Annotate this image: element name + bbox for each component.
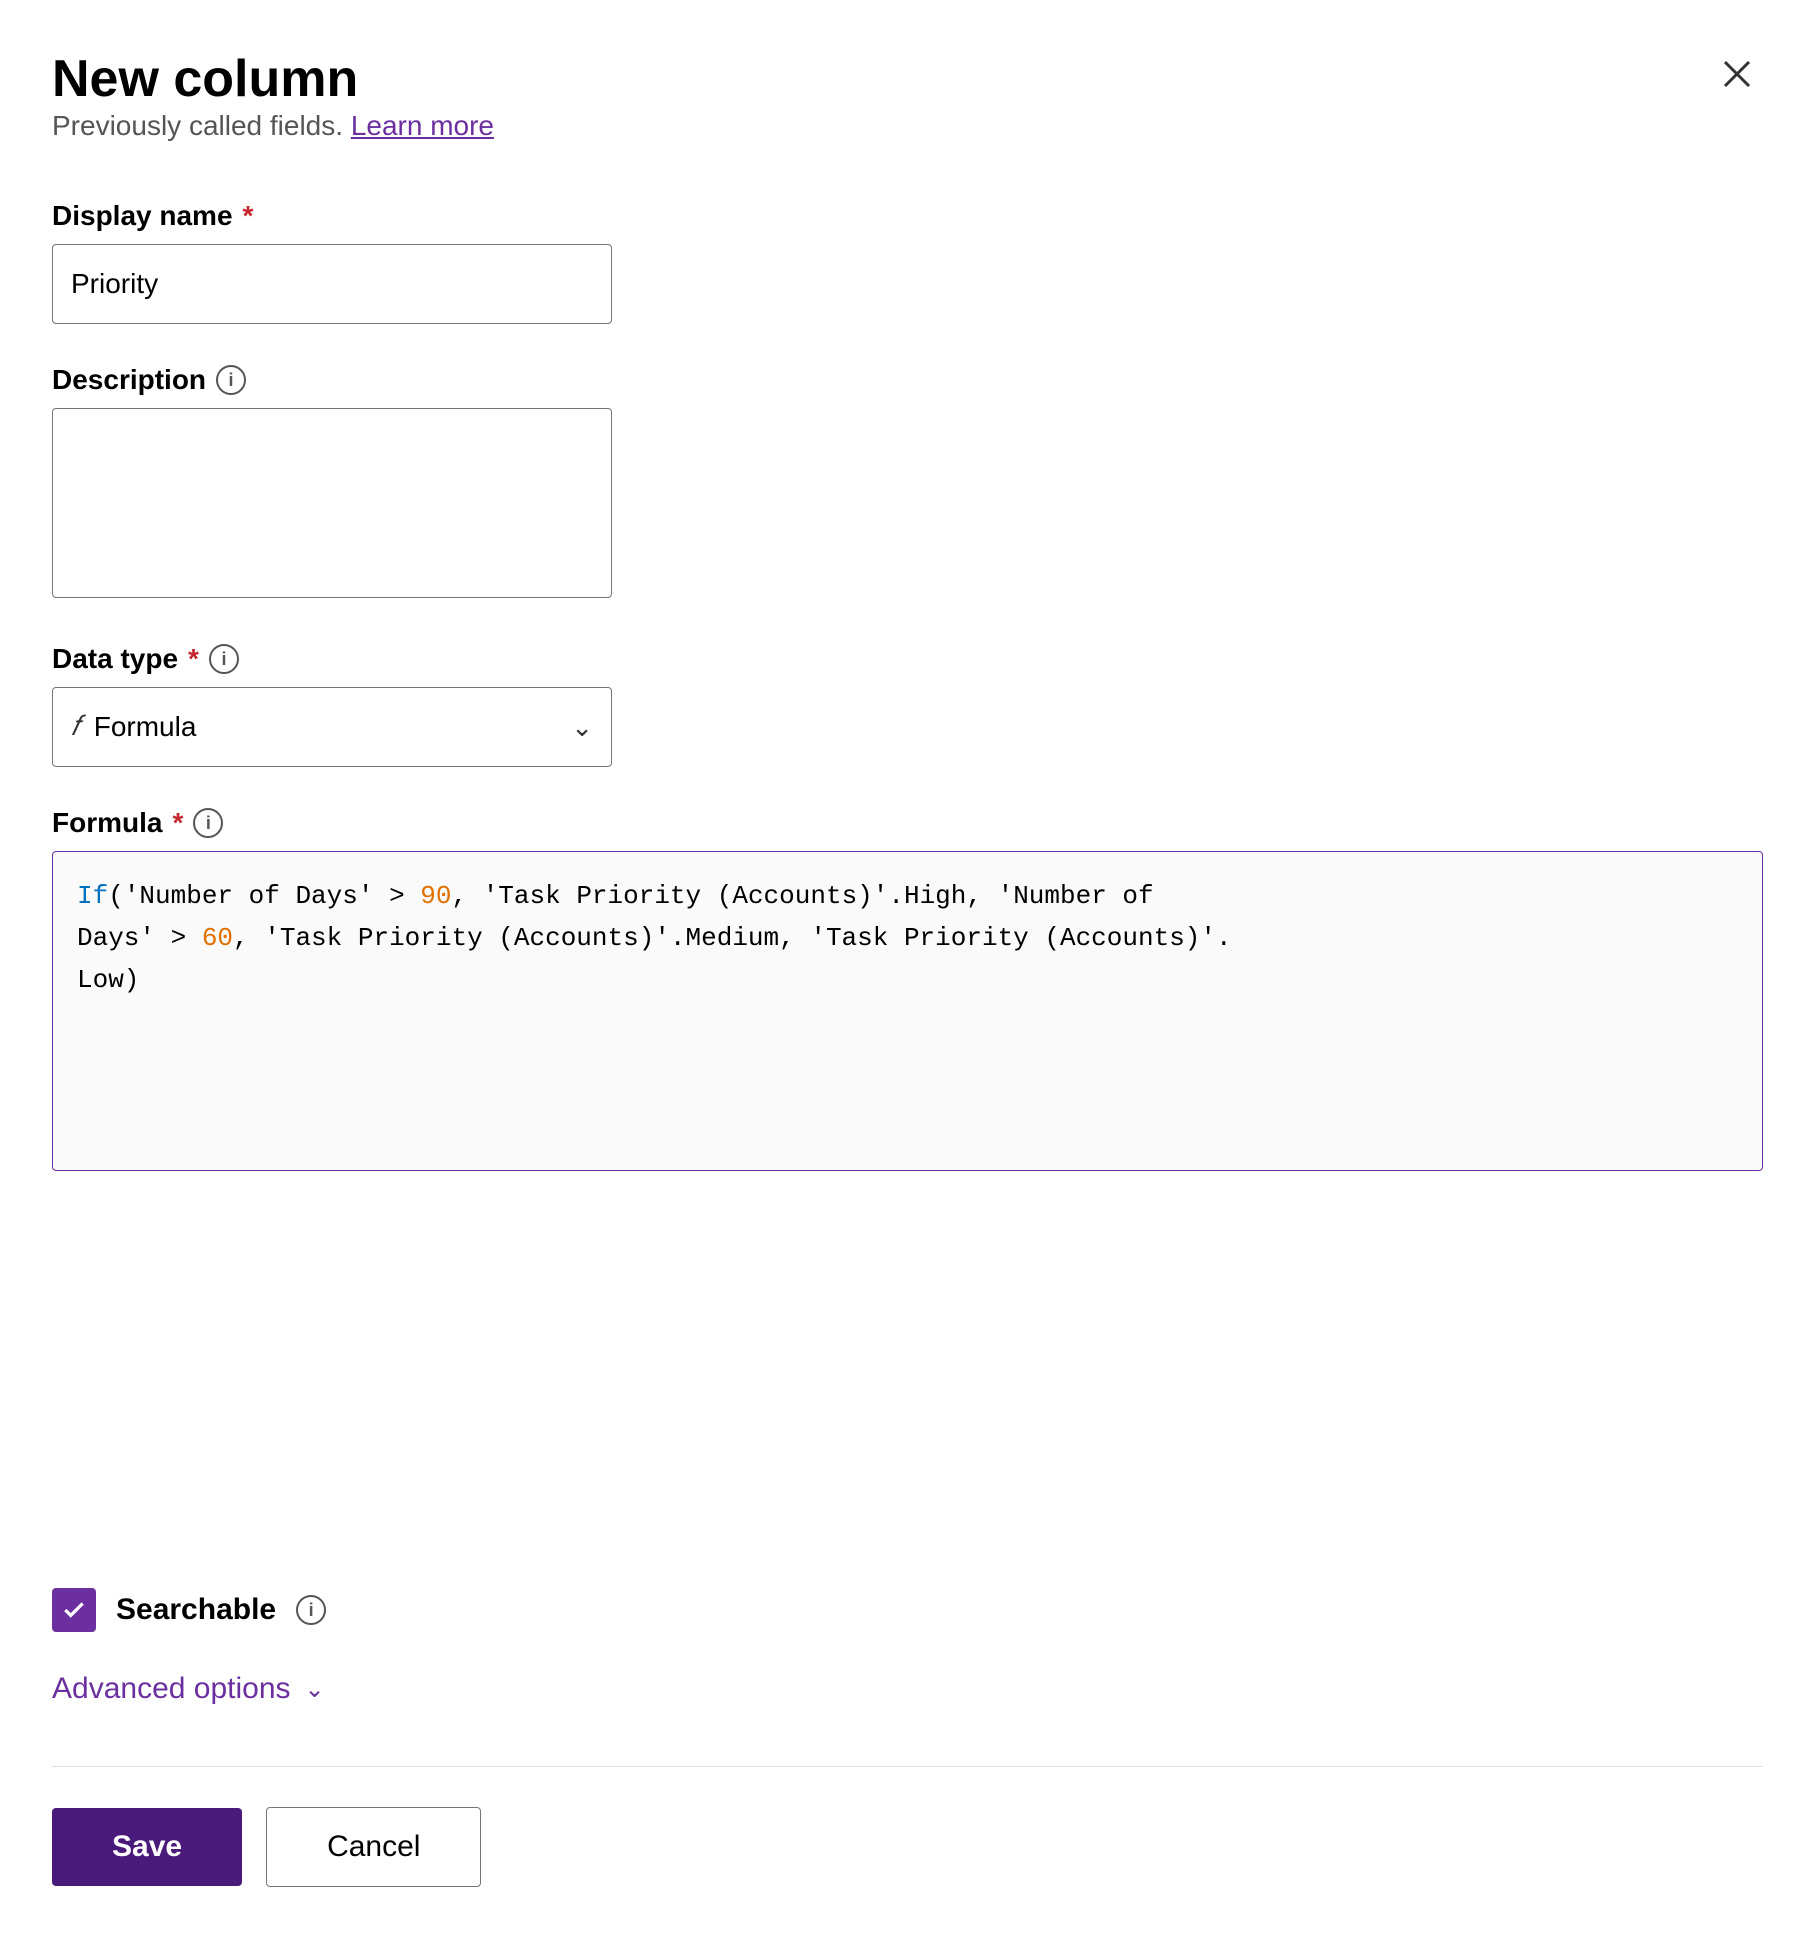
fx-icon: 𝑓	[71, 711, 80, 743]
searchable-row: Searchable i	[52, 1588, 1763, 1632]
description-label: Description i	[52, 364, 1763, 396]
learn-more-link[interactable]: Learn more	[351, 110, 494, 141]
formula-required-star: *	[172, 807, 183, 839]
formula-label: Formula * i	[52, 807, 1763, 839]
chevron-down-icon: ⌄	[571, 712, 593, 743]
display-name-input[interactable]	[52, 244, 612, 324]
description-input[interactable]	[52, 408, 612, 598]
required-star: *	[243, 200, 254, 232]
title-block: New column Previously called fields. Lea…	[52, 48, 494, 190]
data-type-value: Formula	[94, 711, 571, 743]
formula-input[interactable]: If('Number of Days' > 90, 'Task Priority…	[52, 851, 1763, 1171]
display-name-group: Display name *	[52, 200, 1763, 324]
searchable-checkbox[interactable]	[52, 1588, 96, 1632]
description-info-icon[interactable]: i	[216, 365, 246, 395]
data-type-group: Data type * i 𝑓 Formula ⌄	[52, 643, 1763, 767]
data-type-select[interactable]: 𝑓 Formula ⌄	[52, 687, 612, 767]
data-type-info-icon[interactable]: i	[209, 644, 239, 674]
advanced-options-chevron-icon: ⌄	[305, 1675, 325, 1704]
searchable-info-icon[interactable]: i	[296, 1595, 326, 1625]
dialog-subtitle: Previously called fields. Learn more	[52, 110, 494, 142]
data-type-required-star: *	[188, 643, 199, 675]
formula-text: If('Number of Days' > 90, 'Task Priority…	[77, 881, 1232, 994]
cancel-button[interactable]: Cancel	[266, 1807, 481, 1887]
display-name-label: Display name *	[52, 200, 1763, 232]
new-column-dialog: New column Previously called fields. Lea…	[0, 0, 1815, 1947]
button-row: Save Cancel	[52, 1807, 1763, 1887]
formula-group: Formula * i If('Number of Days' > 90, 'T…	[52, 807, 1763, 1548]
dialog-header: New column Previously called fields. Lea…	[52, 48, 1763, 190]
close-button[interactable]	[1711, 48, 1763, 100]
data-type-label: Data type * i	[52, 643, 1763, 675]
advanced-options-label: Advanced options	[52, 1672, 291, 1706]
advanced-options-row[interactable]: Advanced options ⌄	[52, 1672, 1763, 1706]
formula-info-icon[interactable]: i	[193, 808, 223, 838]
divider	[52, 1766, 1763, 1767]
save-button[interactable]: Save	[52, 1808, 242, 1886]
searchable-label: Searchable	[116, 1593, 276, 1627]
description-group: Description i	[52, 364, 1763, 603]
dialog-title: New column	[52, 48, 494, 110]
